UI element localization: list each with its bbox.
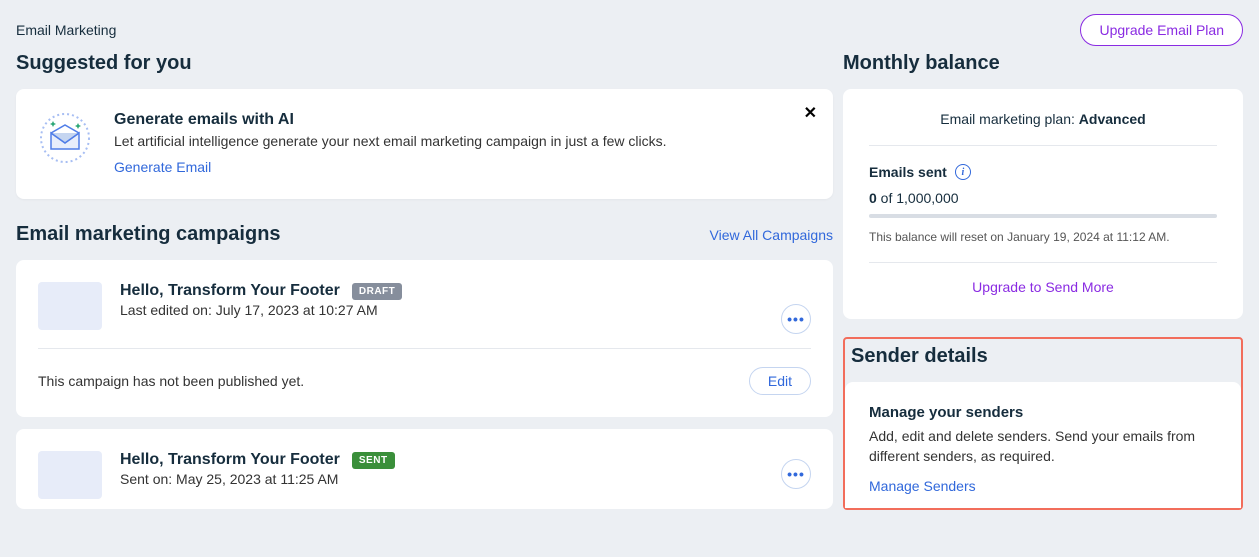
campaign-title: Hello, Transform Your Footer: [120, 282, 340, 300]
campaign-card: Hello, Transform Your Footer DRAFT Last …: [16, 260, 833, 417]
campaign-meta: Last edited on: July 17, 2023 at 10:27 A…: [120, 302, 811, 318]
campaign-thumbnail: [38, 282, 102, 330]
manage-senders-link[interactable]: Manage Senders: [869, 478, 976, 494]
sent-count-limit: of 1,000,000: [877, 190, 959, 206]
campaign-thumbnail: [38, 451, 102, 499]
progress-bar: [869, 214, 1217, 218]
more-actions-button[interactable]: •••: [781, 459, 811, 489]
plan-name: Advanced: [1079, 111, 1146, 127]
info-icon[interactable]: i: [955, 164, 971, 180]
plan-label: Email marketing plan:: [940, 111, 1079, 127]
upgrade-email-plan-button[interactable]: Upgrade Email Plan: [1080, 14, 1243, 46]
suggested-heading: Suggested for you: [16, 52, 833, 75]
sender-description: Add, edit and delete senders. Send your …: [869, 427, 1217, 466]
balance-reset-text: This balance will reset on January 19, 2…: [869, 230, 1217, 244]
close-icon[interactable]: ✕: [804, 103, 817, 123]
ellipsis-icon: •••: [787, 467, 805, 481]
sender-title: Manage your senders: [869, 404, 1217, 421]
suggested-title: Generate emails with AI: [114, 111, 667, 129]
balance-card: Email marketing plan: Advanced Emails se…: [843, 89, 1243, 319]
status-badge: DRAFT: [352, 283, 402, 300]
upgrade-send-more-link[interactable]: Upgrade to Send More: [972, 279, 1114, 295]
edit-button[interactable]: Edit: [749, 367, 811, 395]
sent-count-value: 0: [869, 190, 877, 206]
status-badge: SENT: [352, 452, 395, 469]
campaign-card: Hello, Transform Your Footer SENT Sent o…: [16, 429, 833, 509]
ai-envelope-icon: [38, 111, 92, 165]
ellipsis-icon: •••: [787, 312, 805, 326]
campaign-meta: Sent on: May 25, 2023 at 11:25 AM: [120, 471, 811, 487]
campaign-title: Hello, Transform Your Footer: [120, 451, 340, 469]
sender-details-heading: Sender details: [845, 339, 1241, 382]
suggested-description: Let artificial intelligence generate you…: [114, 133, 667, 149]
more-actions-button[interactable]: •••: [781, 304, 811, 334]
monthly-balance-heading: Monthly balance: [843, 52, 1243, 75]
sender-details-section: Sender details Manage your senders Add, …: [843, 337, 1243, 510]
view-all-campaigns-link[interactable]: View All Campaigns: [710, 227, 833, 243]
plan-line: Email marketing plan: Advanced: [869, 111, 1217, 146]
suggested-card: ✕ Generate emails with AI Let artificial…: [16, 89, 833, 199]
sent-count: 0 of 1,000,000: [869, 190, 1217, 206]
divider: [38, 348, 811, 349]
emails-sent-label: Emails sent: [869, 164, 947, 180]
generate-email-link[interactable]: Generate Email: [114, 159, 211, 175]
campaigns-heading: Email marketing campaigns: [16, 223, 281, 246]
sender-card: Manage your senders Add, edit and delete…: [845, 382, 1241, 508]
campaign-status-text: This campaign has not been published yet…: [38, 373, 304, 389]
page-title: Email Marketing: [16, 22, 116, 38]
